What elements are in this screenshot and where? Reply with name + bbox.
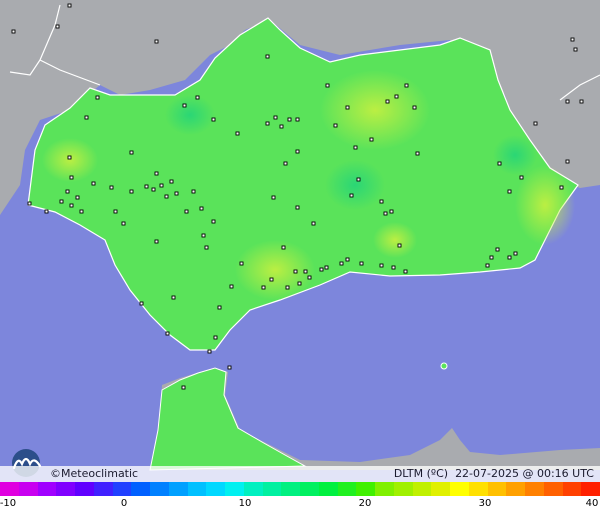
color-scale-swatch [206, 482, 225, 496]
warm-zone-jaen [320, 70, 430, 150]
color-scale-swatch [468, 482, 488, 496]
color-scale-swatch [450, 482, 469, 496]
warm-zone-malaga [235, 240, 315, 300]
color-scale-swatch [18, 482, 38, 496]
brand-credit[interactable]: ©Meteoclimatic [50, 467, 138, 480]
warm-zone-almeria [515, 165, 575, 245]
color-scale-swatch [168, 482, 188, 496]
cool-zone-sierra [325, 160, 385, 210]
color-scale-swatch [300, 482, 319, 496]
cool-zone-cordoba [165, 95, 215, 135]
color-scale-swatch [243, 482, 263, 496]
warm-zone-granada [373, 222, 417, 258]
temperature-map[interactable] [0, 0, 600, 517]
color-scale-swatch [412, 482, 432, 496]
color-scale-swatch [525, 482, 544, 496]
color-scale-swatch [318, 482, 338, 496]
color-scale-swatch [356, 482, 375, 496]
color-scale-swatch [562, 482, 582, 496]
scale-tick-labels: -10 0 10 20 30 40 [0, 498, 600, 514]
color-scale-swatch [150, 482, 169, 496]
cool-zone-cazorla [493, 135, 537, 175]
scale-tick-label: 10 [238, 498, 252, 509]
color-scale-swatch [262, 482, 282, 496]
scale-tick-label: 40 [585, 498, 599, 509]
color-scale-swatch [187, 482, 207, 496]
map-canvas [0, 0, 600, 517]
color-scale-swatch [37, 482, 57, 496]
color-scale-swatch [506, 482, 525, 496]
scale-tick-label: 20 [358, 498, 372, 509]
color-scale-swatch [56, 482, 75, 496]
color-scale-swatch [75, 482, 94, 496]
color-scale-legend: -10 0 10 20 30 40 [0, 482, 600, 517]
scale-tick-label: 30 [478, 498, 492, 509]
footer-bar: ©Meteoclimatic DLTM (ºC) 22-07-2025 @ 00… [0, 466, 600, 482]
color-scale-swatch [487, 482, 507, 496]
color-scale-swatch [375, 482, 394, 496]
scale-tick-label: 0 [120, 498, 128, 509]
copyright-symbol: © [50, 467, 61, 480]
color-scale-swatch [93, 482, 113, 496]
color-scale-swatch [281, 482, 300, 496]
color-scale-swatch [581, 482, 600, 496]
map-info: DLTM (ºC) 22-07-2025 @ 00:16 UTC [394, 467, 594, 480]
color-scale-swatch [393, 482, 413, 496]
color-scale-swatch [431, 482, 450, 496]
color-scale-bar [0, 482, 600, 496]
color-scale-swatch [112, 482, 132, 496]
brand-name: Meteoclimatic [61, 467, 139, 480]
color-scale-swatch [0, 482, 19, 496]
variable-label: DLTM (ºC) [393, 467, 449, 480]
alboran-island [440, 362, 448, 370]
color-scale-swatch [337, 482, 357, 496]
warm-zone-huelva [42, 138, 98, 182]
datetime-label: 22-07-2025 @ 00:16 UTC [455, 467, 594, 480]
color-scale-swatch [225, 482, 244, 496]
color-scale-swatch [131, 482, 150, 496]
color-scale-swatch [543, 482, 563, 496]
scale-tick-label: -10 [0, 498, 17, 509]
